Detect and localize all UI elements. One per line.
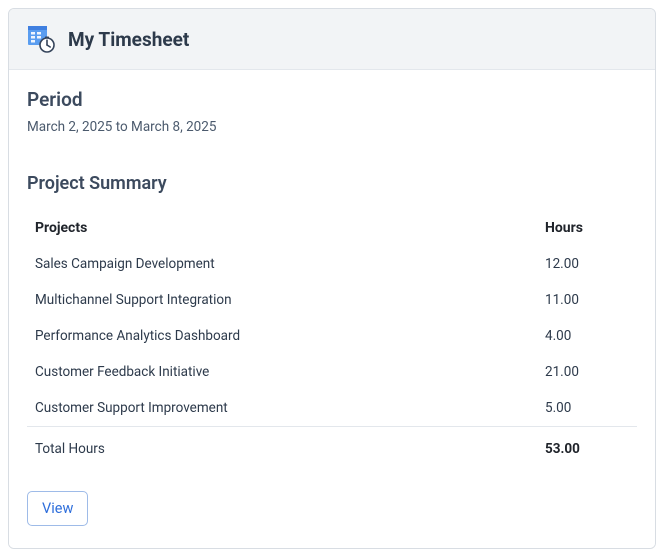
- period-value: March 2, 2025 to March 8, 2025: [27, 119, 637, 135]
- col-hours: Hours: [537, 210, 637, 246]
- total-label: Total Hours: [27, 427, 537, 468]
- project-name: Multichannel Support Integration: [27, 282, 537, 318]
- page-title: My Timesheet: [68, 28, 189, 51]
- project-name: Customer Feedback Initiative: [27, 354, 537, 390]
- table-row: Multichannel Support Integration 11.00: [27, 282, 637, 318]
- project-summary-table: Projects Hours Sales Campaign Developmen…: [27, 210, 637, 467]
- timesheet-card: My Timesheet Period March 2, 2025 to Mar…: [8, 8, 656, 549]
- table-row: Customer Feedback Initiative 21.00: [27, 354, 637, 390]
- project-hours: 12.00: [537, 246, 637, 282]
- card-header: My Timesheet: [9, 9, 655, 70]
- view-button[interactable]: View: [27, 491, 88, 526]
- project-name: Performance Analytics Dashboard: [27, 318, 537, 354]
- summary-title: Project Summary: [27, 173, 637, 194]
- table-row: Customer Support Improvement 5.00: [27, 390, 637, 427]
- project-hours: 21.00: [537, 354, 637, 390]
- table-row: Sales Campaign Development 12.00: [27, 246, 637, 282]
- total-hours: 53.00: [537, 427, 637, 468]
- period-label: Period: [27, 88, 637, 111]
- project-hours: 11.00: [537, 282, 637, 318]
- timesheet-icon: [27, 25, 55, 53]
- col-projects: Projects: [27, 210, 537, 246]
- project-name: Sales Campaign Development: [27, 246, 537, 282]
- project-name: Customer Support Improvement: [27, 390, 537, 427]
- project-hours: 5.00: [537, 390, 637, 427]
- card-body: Period March 2, 2025 to March 8, 2025 Pr…: [9, 70, 655, 548]
- project-hours: 4.00: [537, 318, 637, 354]
- table-row: Performance Analytics Dashboard 4.00: [27, 318, 637, 354]
- total-row: Total Hours 53.00: [27, 427, 637, 468]
